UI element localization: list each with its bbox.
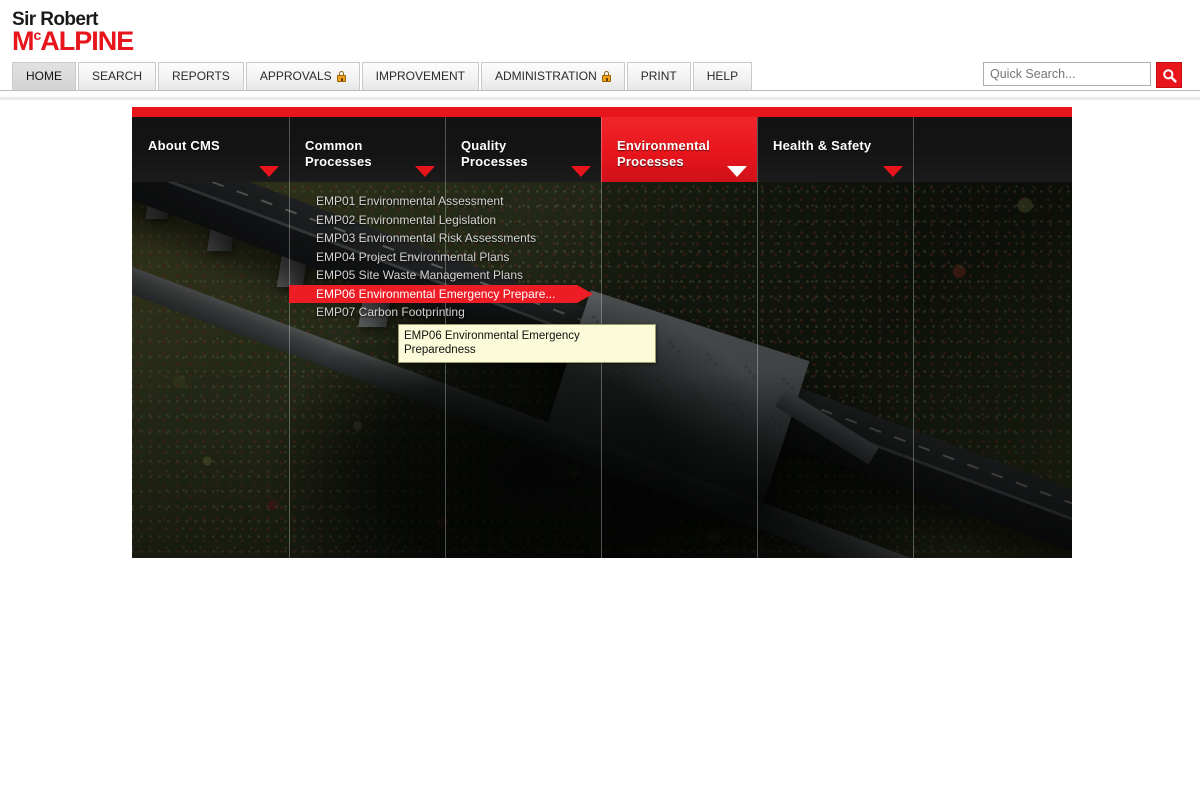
nav-tab-label: PRINT [640, 69, 677, 83]
dropdown-item-label: EMP04 Project Environmental Plans [316, 249, 510, 264]
menu-column-overlay [132, 117, 289, 558]
nav-tab-search[interactable]: SEARCH [78, 62, 157, 90]
chevron-down-icon [727, 166, 747, 177]
column-tint [132, 117, 289, 558]
logo-alpine: ALPINE [40, 26, 134, 56]
mega-tab-quality-processes[interactable]: Quality Processes [445, 117, 601, 182]
tooltip: EMP06 Environmental Emergency Preparedne… [398, 324, 656, 363]
column-divider [289, 117, 290, 558]
mega-tab-divider [445, 117, 446, 182]
dropdown-item[interactable]: EMP07 Carbon Footprinting [289, 303, 749, 322]
mega-menu-tablist: About CMS Common Processes Quality Process… [132, 117, 1072, 182]
mega-tab-divider [913, 117, 914, 182]
nav-tab-label: ADMINISTRATION [494, 69, 597, 83]
column-tint [757, 117, 913, 558]
mega-tab-environmental-processes[interactable]: Environmental Processes [601, 117, 757, 182]
column-divider [757, 117, 758, 558]
mega-tab-divider [757, 117, 758, 182]
nav-tab-label: HOME [26, 69, 62, 83]
mega-tab-empty [913, 117, 1072, 182]
mega-tab-label: Quality Processes [461, 138, 528, 169]
mega-tab-label: Environmental Processes [617, 138, 710, 169]
nav-tab-home[interactable]: HOME [12, 62, 76, 90]
selection-arrow-icon [577, 284, 593, 303]
mega-tab-divider [601, 117, 602, 182]
menu-column-overlay [757, 117, 913, 558]
mega-tab-about-cms[interactable]: About CMS [132, 117, 289, 182]
dropdown-item[interactable]: EMP02 Environmental Legislation [289, 211, 749, 230]
primary-nav-tablist: HOME SEARCH REPORTS APPROVALS IMPROVEMENT ADM… [12, 62, 754, 90]
tooltip-text: EMP06 Environmental Emergency Preparedne… [404, 330, 580, 356]
dropdown-item[interactable]: EMP04 Project Environmental Plans [289, 248, 749, 267]
nav-divider-shadow [0, 97, 1200, 100]
search-icon [1162, 68, 1177, 83]
lock-icon [601, 71, 611, 82]
nav-tab-label: REPORTS [172, 69, 230, 83]
nav-tab-label: APPROVALS [259, 69, 332, 83]
chevron-down-icon [259, 166, 279, 177]
nav-tab-label: HELP [706, 69, 739, 83]
mega-tab-label: Health & Safety [773, 138, 872, 153]
dropdown-item-label: EMP03 Environmental Risk Assessments [316, 231, 537, 245]
mega-tab-divider [289, 117, 290, 182]
mega-tab-label: Common Processes [305, 138, 372, 169]
company-logo[interactable]: Sir Robert McALPINE [12, 10, 134, 56]
menu-column-overlay [913, 117, 1072, 558]
logo-line-2: McALPINE [12, 26, 134, 56]
environmental-processes-dropdown: EMP01 Environmental Assessment EMP02 Envi… [289, 192, 749, 322]
mega-menu-panel: About CMS Common Processes Quality Process… [132, 107, 1072, 558]
nav-tab-print[interactable]: PRINT [626, 62, 691, 90]
nav-tab-label: IMPROVEMENT [375, 69, 465, 83]
dropdown-item-label: EMP07 Carbon Footprinting [316, 305, 465, 319]
panel-accent-bar [132, 107, 1072, 117]
chevron-down-icon [415, 166, 435, 177]
mega-tab-label: About CMS [148, 138, 220, 153]
dropdown-item[interactable]: EMP03 Environmental Risk Assessments [289, 229, 749, 248]
quick-search [983, 62, 1182, 88]
search-input[interactable] [983, 62, 1151, 86]
nav-tab-help[interactable]: HELP [692, 62, 753, 90]
lock-icon [336, 71, 346, 82]
chevron-down-icon [883, 166, 903, 177]
dropdown-item[interactable]: EMP01 Environmental Assessment [289, 192, 749, 211]
logo-mc-m: M [12, 26, 34, 56]
column-tint [913, 117, 1072, 558]
dropdown-item-label: EMP02 Environmental Legislation [316, 212, 497, 227]
nav-tab-approvals[interactable]: APPROVALS [245, 62, 360, 90]
dropdown-item-label: EMP01 Environmental Assessment [316, 194, 504, 208]
nav-tab-reports[interactable]: REPORTS [158, 62, 244, 90]
dropdown-item-label: EMP05 Site Waste Management Plans [316, 268, 523, 282]
app-root: Sir Robert McALPINE HOME SEARCH REPORTS APP… [0, 0, 1200, 800]
dropdown-item[interactable]: EMP06 Environmental Emergency Prepare... [289, 284, 593, 303]
mega-tab-common-processes[interactable]: Common Processes [289, 117, 445, 182]
search-button[interactable] [1156, 62, 1182, 88]
nav-tab-improvement[interactable]: IMPROVEMENT [361, 62, 479, 90]
mega-tab-health-safety[interactable]: Health & Safety [757, 117, 913, 182]
dropdown-item[interactable]: EMP05 Site Waste Management Plans [289, 266, 749, 285]
dropdown-item-label: EMP06 Environmental Emergency Prepare... [316, 286, 556, 301]
nav-tab-label: SEARCH [92, 69, 143, 83]
nav-tab-administration[interactable]: ADMINISTRATION [480, 62, 625, 90]
column-divider [913, 117, 914, 558]
chevron-down-icon [571, 166, 591, 177]
